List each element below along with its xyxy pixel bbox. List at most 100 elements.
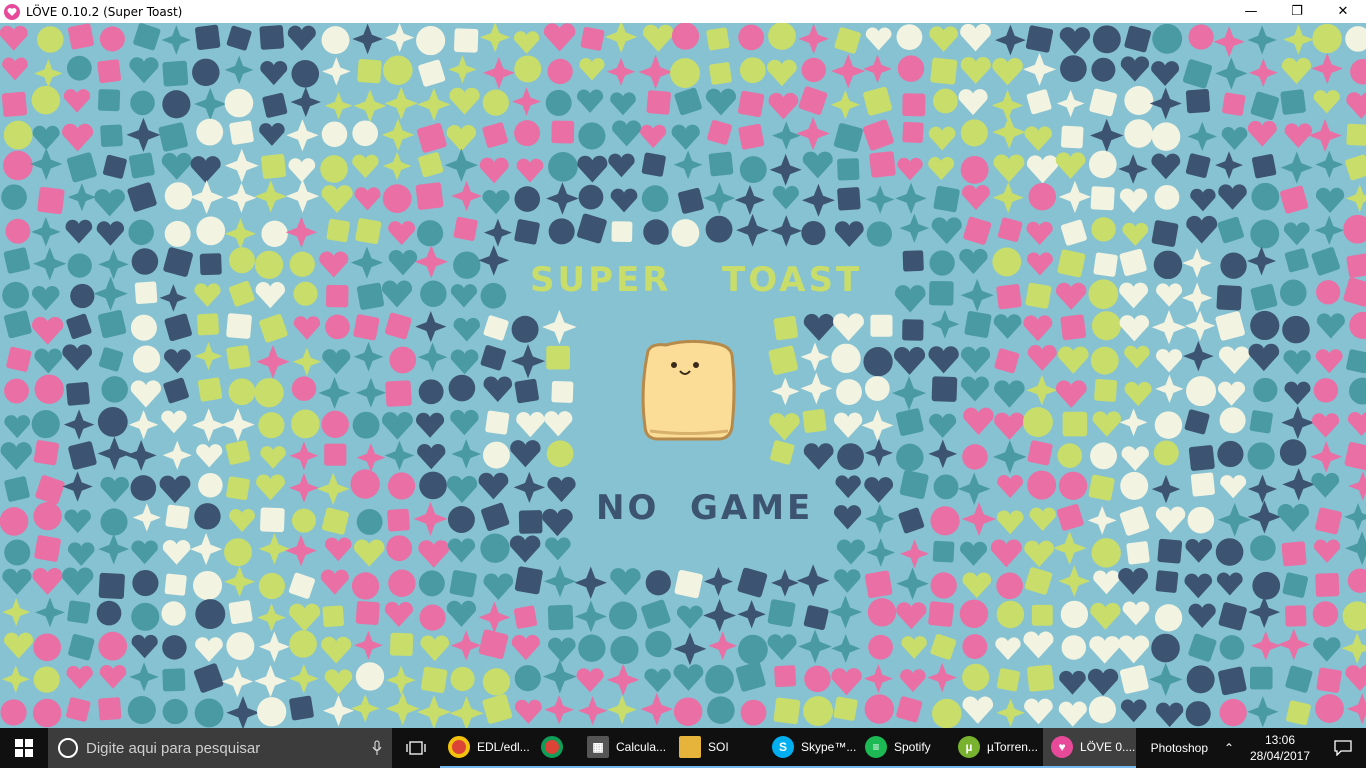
pattern-shape <box>893 347 926 375</box>
pattern-shape <box>773 316 798 341</box>
pattern-shape <box>546 182 579 215</box>
pattern-shape <box>1091 311 1122 341</box>
search-box[interactable]: Digite aqui para pesquisar <box>48 728 392 768</box>
taskbar-item-label: LÖVE 0.... <box>1080 740 1136 754</box>
pattern-shape <box>928 346 959 374</box>
pattern-shape <box>1153 440 1179 466</box>
pattern-shape <box>767 634 797 661</box>
pattern-shape <box>416 26 446 56</box>
pattern-shape <box>161 152 192 180</box>
pattern-shape <box>796 116 830 151</box>
pattern-shape <box>98 309 127 339</box>
pattern-shape <box>101 376 128 403</box>
tray-photoshop[interactable]: Photoshop <box>1151 741 1208 755</box>
taskbar-item-chrome-edl[interactable]: EDL/edl... <box>440 728 533 768</box>
pattern-shape <box>3 150 33 181</box>
pattern-shape <box>1251 182 1280 211</box>
taskbar-item-chrome[interactable] <box>533 728 579 768</box>
pattern-shape <box>959 599 989 629</box>
pattern-shape <box>1026 89 1052 115</box>
pattern-shape <box>901 636 927 659</box>
pattern-shape <box>449 87 480 115</box>
clock[interactable]: 13:06 28/04/2017 <box>1240 732 1320 764</box>
clock-date: 28/04/2017 <box>1249 749 1311 763</box>
taskbar-item-folder[interactable]: SOI <box>671 728 764 768</box>
pattern-shape <box>1151 474 1181 504</box>
pattern-shape <box>162 635 187 660</box>
pattern-shape <box>189 180 224 215</box>
pattern-shape <box>514 665 541 692</box>
pattern-shape <box>386 535 413 562</box>
pattern-shape <box>542 309 577 345</box>
pattern-shape <box>1250 630 1281 661</box>
pattern-shape <box>1248 596 1281 629</box>
maximize-button[interactable]: ❐ <box>1274 0 1320 23</box>
window-titlebar[interactable]: LÖVE 0.10.2 (Super Toast) — ❐ ✕ <box>0 0 1366 23</box>
pattern-shape <box>447 538 476 563</box>
taskbar-item-calculator[interactable]: ▦ Calcula... <box>579 728 671 768</box>
pattern-shape <box>707 696 735 724</box>
pattern-shape <box>389 346 417 374</box>
pattern-shape <box>418 570 445 597</box>
pattern-shape <box>291 508 316 533</box>
pattern-shape <box>1089 118 1124 153</box>
pattern-shape <box>677 187 704 214</box>
start-button[interactable] <box>0 728 48 768</box>
microphone-icon[interactable] <box>362 740 392 756</box>
taskbar-item-love[interactable]: ♥ LÖVE 0.... <box>1043 728 1136 768</box>
minimize-button[interactable]: — <box>1228 0 1274 23</box>
pattern-shape <box>226 182 257 213</box>
notification-button[interactable] <box>1320 740 1366 756</box>
pattern-shape <box>130 314 157 341</box>
taskbar-item-skype[interactable]: S Skype™... <box>764 728 857 768</box>
pattern-shape <box>1057 443 1083 468</box>
pattern-shape <box>705 88 736 116</box>
pattern-shape <box>1188 603 1216 628</box>
pattern-shape <box>34 59 63 88</box>
taskbar-item-utorrent[interactable]: µ µTorren... <box>950 728 1043 768</box>
pattern-shape <box>480 345 507 371</box>
pattern-shape <box>802 151 833 179</box>
pattern-shape <box>1091 57 1116 82</box>
pattern-shape <box>447 506 475 533</box>
pattern-shape <box>960 278 994 312</box>
pattern-shape <box>30 147 63 181</box>
pattern-shape <box>1090 602 1121 630</box>
pattern-shape <box>356 509 383 535</box>
pattern-shape <box>769 413 800 441</box>
pattern-shape <box>224 148 259 183</box>
pattern-shape <box>1121 446 1149 471</box>
pattern-shape <box>62 471 93 502</box>
pattern-shape <box>196 118 224 146</box>
chevron-up-icon[interactable]: ⌃ <box>1218 741 1240 755</box>
pattern-shape <box>221 665 254 698</box>
game-canvas[interactable]: SUPER TOAST NO GAME <box>0 23 1366 728</box>
pattern-shape <box>418 59 446 87</box>
pattern-shape <box>451 630 482 661</box>
close-button[interactable]: ✕ <box>1320 0 1366 23</box>
pattern-shape <box>258 533 291 565</box>
pattern-shape <box>100 124 123 148</box>
pattern-shape <box>895 182 927 215</box>
pattern-shape <box>927 662 957 693</box>
pattern-shape <box>546 345 571 370</box>
pattern-shape <box>994 348 1020 374</box>
pattern-shape <box>770 215 803 247</box>
pattern-shape <box>673 664 704 691</box>
task-view-button[interactable] <box>392 728 440 768</box>
notification-icon <box>1334 740 1352 756</box>
pattern-shape <box>1027 470 1057 500</box>
pattern-shape <box>1253 377 1278 403</box>
pattern-shape <box>992 115 1027 149</box>
pattern-shape <box>1156 349 1183 373</box>
pattern-shape <box>289 251 315 277</box>
taskbar-item-spotify[interactable]: ≡ Spotify <box>857 728 950 768</box>
pattern-shape <box>1222 92 1246 116</box>
pattern-shape <box>1190 472 1215 497</box>
pattern-shape <box>1124 86 1154 115</box>
pattern-shape <box>260 507 285 533</box>
pattern-shape <box>1345 26 1366 52</box>
pattern-shape <box>993 314 1022 339</box>
pattern-shape <box>1311 52 1343 85</box>
pattern-shape <box>646 90 671 115</box>
